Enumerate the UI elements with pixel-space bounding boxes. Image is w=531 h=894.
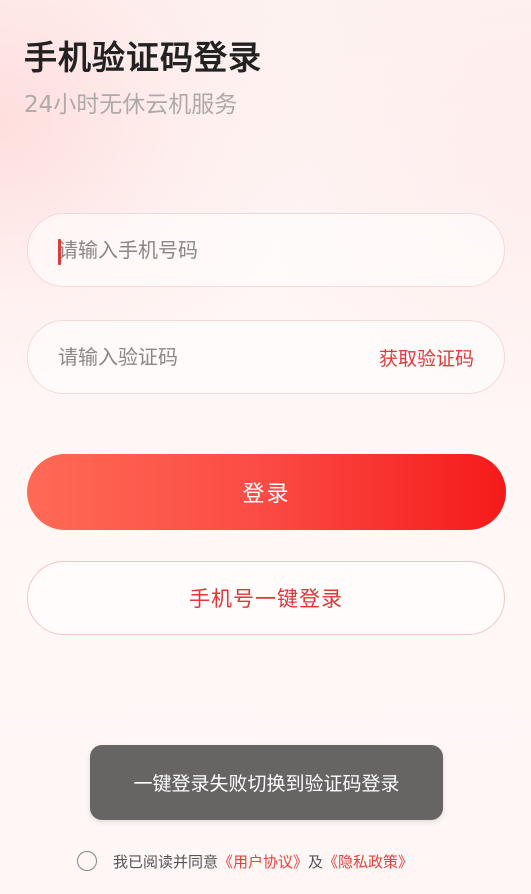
get-code-button[interactable]: 获取验证码 — [379, 321, 474, 393]
agreement-row: 我已阅读并同意 《用户协议》 及 《隐私政策》 — [77, 848, 413, 874]
text-caret — [58, 239, 61, 265]
phone-input[interactable] — [58, 214, 358, 286]
agreement-and: 及 — [308, 852, 324, 871]
agreement-prefix: 我已阅读并同意 — [113, 852, 219, 871]
agreement-checkbox[interactable] — [77, 851, 97, 871]
verification-code-input[interactable] — [58, 321, 358, 393]
toast-message: 一键登录失败切换到验证码登录 — [90, 745, 443, 820]
user-agreement-link[interactable]: 《用户协议》 — [218, 851, 308, 872]
onekey-login-button[interactable]: 手机号一键登录 — [27, 561, 505, 635]
page-subtitle: 24小时无休云机服务 — [24, 92, 238, 118]
phone-field-container — [27, 213, 505, 287]
code-field-container: 获取验证码 — [27, 320, 505, 394]
login-button[interactable]: 登录 — [27, 454, 506, 530]
privacy-policy-link[interactable]: 《隐私政策》 — [323, 851, 413, 872]
page-title: 手机验证码登录 — [24, 38, 262, 77]
